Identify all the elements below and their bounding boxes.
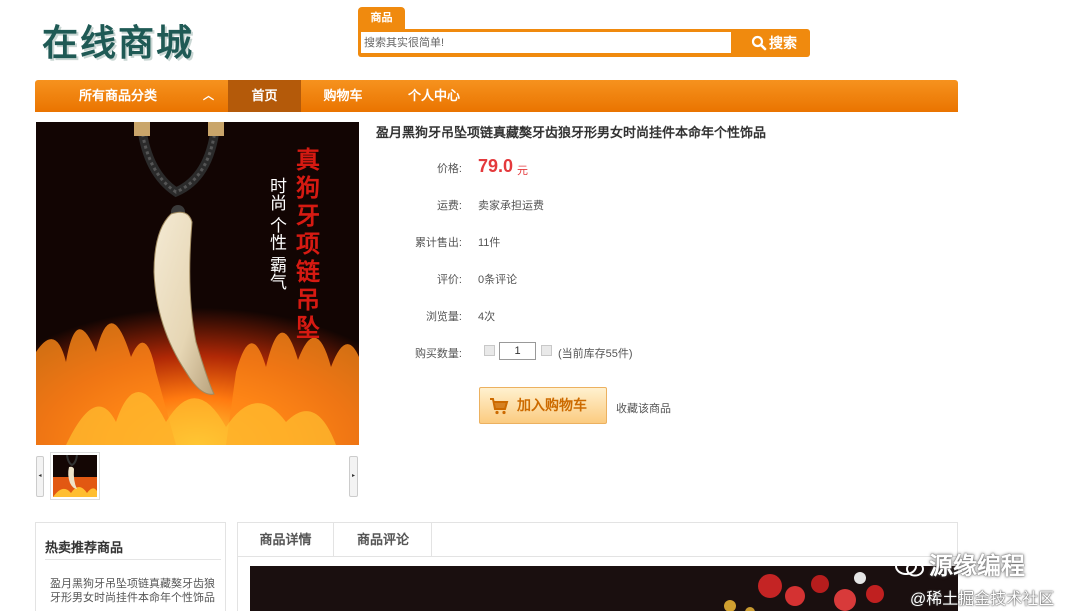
nav-item-cart[interactable]: 购物车 bbox=[311, 80, 375, 112]
watermark-main-text: 源缘编程 bbox=[929, 553, 1025, 580]
search-area: 商品 搜索 bbox=[358, 7, 812, 57]
tab-product-details[interactable]: 商品详情 bbox=[238, 523, 334, 557]
product-main-image[interactable]: 时尚 个性 霸气 真狗牙项链吊坠 bbox=[36, 122, 359, 445]
sold-value: 11件 bbox=[478, 237, 501, 249]
search-bar: 搜索 bbox=[358, 29, 810, 57]
all-categories-menu[interactable]: 所有商品分类 ︿ bbox=[35, 80, 228, 112]
product-thumbnail[interactable] bbox=[50, 452, 100, 500]
quantity-label: 购买数量: bbox=[414, 348, 462, 360]
quantity-increase-button[interactable] bbox=[541, 345, 552, 356]
nav-item-user-center[interactable]: 个人中心 bbox=[399, 80, 469, 112]
quantity-decrease-button[interactable] bbox=[484, 345, 495, 356]
views-value: 4次 bbox=[478, 311, 496, 323]
views-label: 浏览量: bbox=[425, 311, 462, 323]
shipping-label: 运费: bbox=[436, 200, 462, 212]
tab-product-reviews[interactable]: 商品评论 bbox=[335, 523, 432, 557]
divider bbox=[45, 559, 221, 560]
thumbnail-photo bbox=[53, 455, 97, 497]
hot-items-panel: 热卖推荐商品 盈月黑狗牙吊坠项链真藏獒牙齿狼牙形男女时尚挂件本命年个性饰品 bbox=[35, 522, 226, 611]
main-nav: 所有商品分类 ︿ 首页 购物车 个人中心 bbox=[35, 80, 958, 112]
detail-tab-bar: 商品详情 商品评论 bbox=[238, 523, 957, 557]
product-photo: 时尚 个性 霸气 真狗牙项链吊坠 bbox=[36, 122, 359, 445]
review-label: 评价: bbox=[436, 274, 462, 286]
image-slogan-left: 时尚 个性 霸气 bbox=[266, 177, 287, 290]
search-button[interactable]: 搜索 bbox=[738, 29, 810, 57]
price-unit: 元 bbox=[517, 165, 528, 177]
site-logo[interactable]: 在线商城 bbox=[42, 14, 194, 66]
favorite-link[interactable]: 收藏该商品 bbox=[616, 400, 671, 416]
hot-items-title: 热卖推荐商品 bbox=[45, 540, 124, 555]
product-detail-panel: 商品详情 商品评论 bbox=[237, 522, 958, 611]
nav-item-home[interactable]: 首页 bbox=[228, 80, 301, 112]
stock-text: (当前库存55件) bbox=[558, 348, 633, 360]
search-button-label: 搜索 bbox=[769, 35, 797, 51]
price-label: 价格: bbox=[436, 163, 462, 175]
hot-item-link[interactable]: 盈月黑狗牙吊坠项链真藏獒牙齿狼牙形男女时尚挂件本命年个性饰品 bbox=[50, 577, 215, 605]
search-icon bbox=[751, 35, 767, 51]
thumb-prev-button[interactable]: ◂ bbox=[36, 456, 44, 497]
watermark-main: 源缘编程 bbox=[895, 546, 1025, 581]
product-title: 盈月黑狗牙吊坠项链真藏獒牙齿狼牙形男女时尚挂件本命年个性饰品 bbox=[376, 125, 767, 140]
wechat-icon bbox=[895, 557, 924, 577]
sold-label: 累计售出: bbox=[414, 237, 462, 249]
detail-photo bbox=[250, 566, 958, 611]
thumb-next-button[interactable]: ▸ bbox=[349, 456, 358, 497]
add-to-cart-button[interactable]: 加入购物车 bbox=[479, 387, 607, 424]
review-count: 0条评论 bbox=[478, 274, 518, 286]
price-value: 79.0 bbox=[478, 156, 514, 176]
detail-image bbox=[250, 566, 958, 611]
chevron-up-icon: ︿ bbox=[203, 90, 214, 102]
all-categories-label: 所有商品分类 bbox=[79, 88, 158, 103]
quantity-input[interactable] bbox=[499, 342, 536, 360]
search-tab-products[interactable]: 商品 bbox=[358, 7, 405, 29]
image-slogan-right: 真狗牙项链吊坠 bbox=[292, 146, 321, 343]
search-input[interactable] bbox=[361, 32, 731, 53]
cart-icon bbox=[490, 398, 509, 415]
shipping-value: 卖家承担运费 bbox=[478, 200, 544, 212]
add-to-cart-label: 加入购物车 bbox=[517, 397, 587, 413]
watermark-sub: @稀土掘金技术社区 bbox=[910, 591, 1055, 608]
